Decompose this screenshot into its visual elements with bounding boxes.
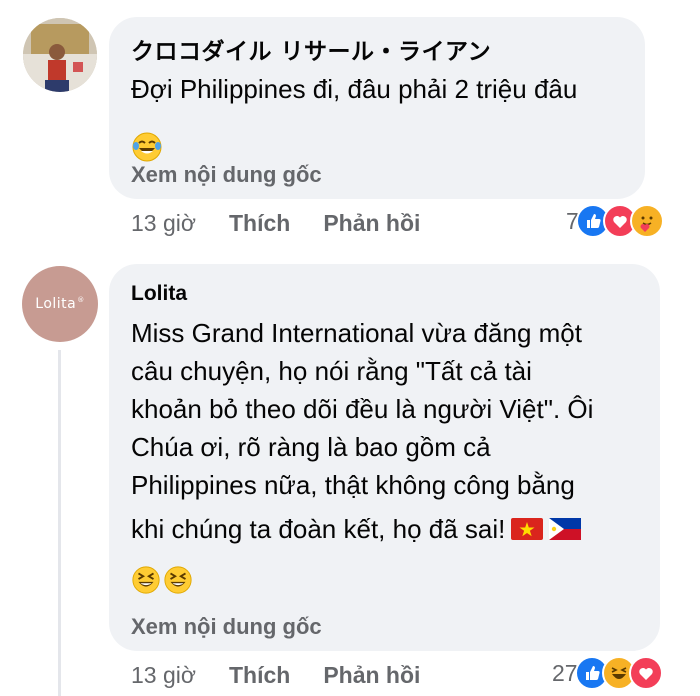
comment-bubble: クロコダイル リサール・ライアン Đợi Philippines đi, đâu…	[109, 17, 645, 199]
comment-text-line-with-flags: khi chúng ta đoàn kết, họ đã sai!	[131, 510, 636, 550]
vietnam-flag-icon	[511, 512, 544, 550]
reaction-summary[interactable]: 27	[552, 656, 663, 690]
care-reaction-icon	[629, 204, 664, 238]
see-original-link[interactable]: Xem nội dung gốc	[131, 614, 322, 640]
comment-author[interactable]: Lolita	[131, 282, 187, 306]
avatar-brand-label: Lolita	[35, 296, 77, 312]
registered-mark-icon: ®	[77, 296, 85, 304]
comment-timestamp[interactable]: 13 giờ	[131, 662, 196, 689]
philippines-flag-icon	[549, 512, 582, 550]
avatar[interactable]: Lolita®	[22, 266, 98, 342]
comment-text-line: Đợi Philippines đi, đâu phải 2 triệu đâu	[131, 74, 578, 104]
see-original-link[interactable]: Xem nội dung gốc	[131, 162, 322, 188]
comment-actions: 13 giờ Thích Phản hồi	[131, 210, 420, 237]
comment-bubble: Lolita Miss Grand International vừa đăng…	[109, 264, 660, 651]
avatar[interactable]	[23, 18, 97, 92]
comment-text-line: câu chuyện, họ nói rằng "Tất cả tài	[131, 356, 532, 386]
comment-text-line: khi chúng ta đoàn kết, họ đã sai!	[131, 514, 506, 544]
comment-text: Đợi Philippines đi, đâu phải 2 triệu đâu	[131, 70, 577, 108]
reply-button[interactable]: Phản hồi	[323, 210, 420, 237]
comment-text-line: khoản bỏ theo dõi đều là người Việt". Ôi	[131, 394, 594, 424]
comment-text-line: Philippines nữa, thật không công bằng	[131, 470, 575, 500]
reaction-count: 27	[552, 659, 578, 686]
love-reaction-icon	[628, 656, 663, 690]
reaction-summary[interactable]: 7	[566, 204, 664, 238]
grinning-squinting-face-icon	[131, 565, 161, 600]
emoji-row	[131, 565, 193, 600]
comment-text-line: Miss Grand International vừa đăng một	[131, 318, 582, 348]
avatar-brand-text: Lolita®	[35, 296, 84, 312]
like-button[interactable]: Thích	[229, 662, 290, 689]
comment-timestamp[interactable]: 13 giờ	[131, 210, 196, 237]
reply-button[interactable]: Phản hồi	[323, 662, 420, 689]
comment-text: Miss Grand International vừa đăng một câ…	[131, 314, 636, 550]
comment-text-line: Chúa ơi, rõ ràng là bao gồm cả	[131, 432, 491, 462]
like-button[interactable]: Thích	[229, 210, 290, 237]
comment-actions: 13 giờ Thích Phản hồi	[131, 662, 420, 689]
thread-line	[58, 350, 61, 696]
comment-author[interactable]: クロコダイル リサール・ライアン	[131, 32, 491, 66]
grinning-squinting-face-icon	[163, 565, 193, 600]
